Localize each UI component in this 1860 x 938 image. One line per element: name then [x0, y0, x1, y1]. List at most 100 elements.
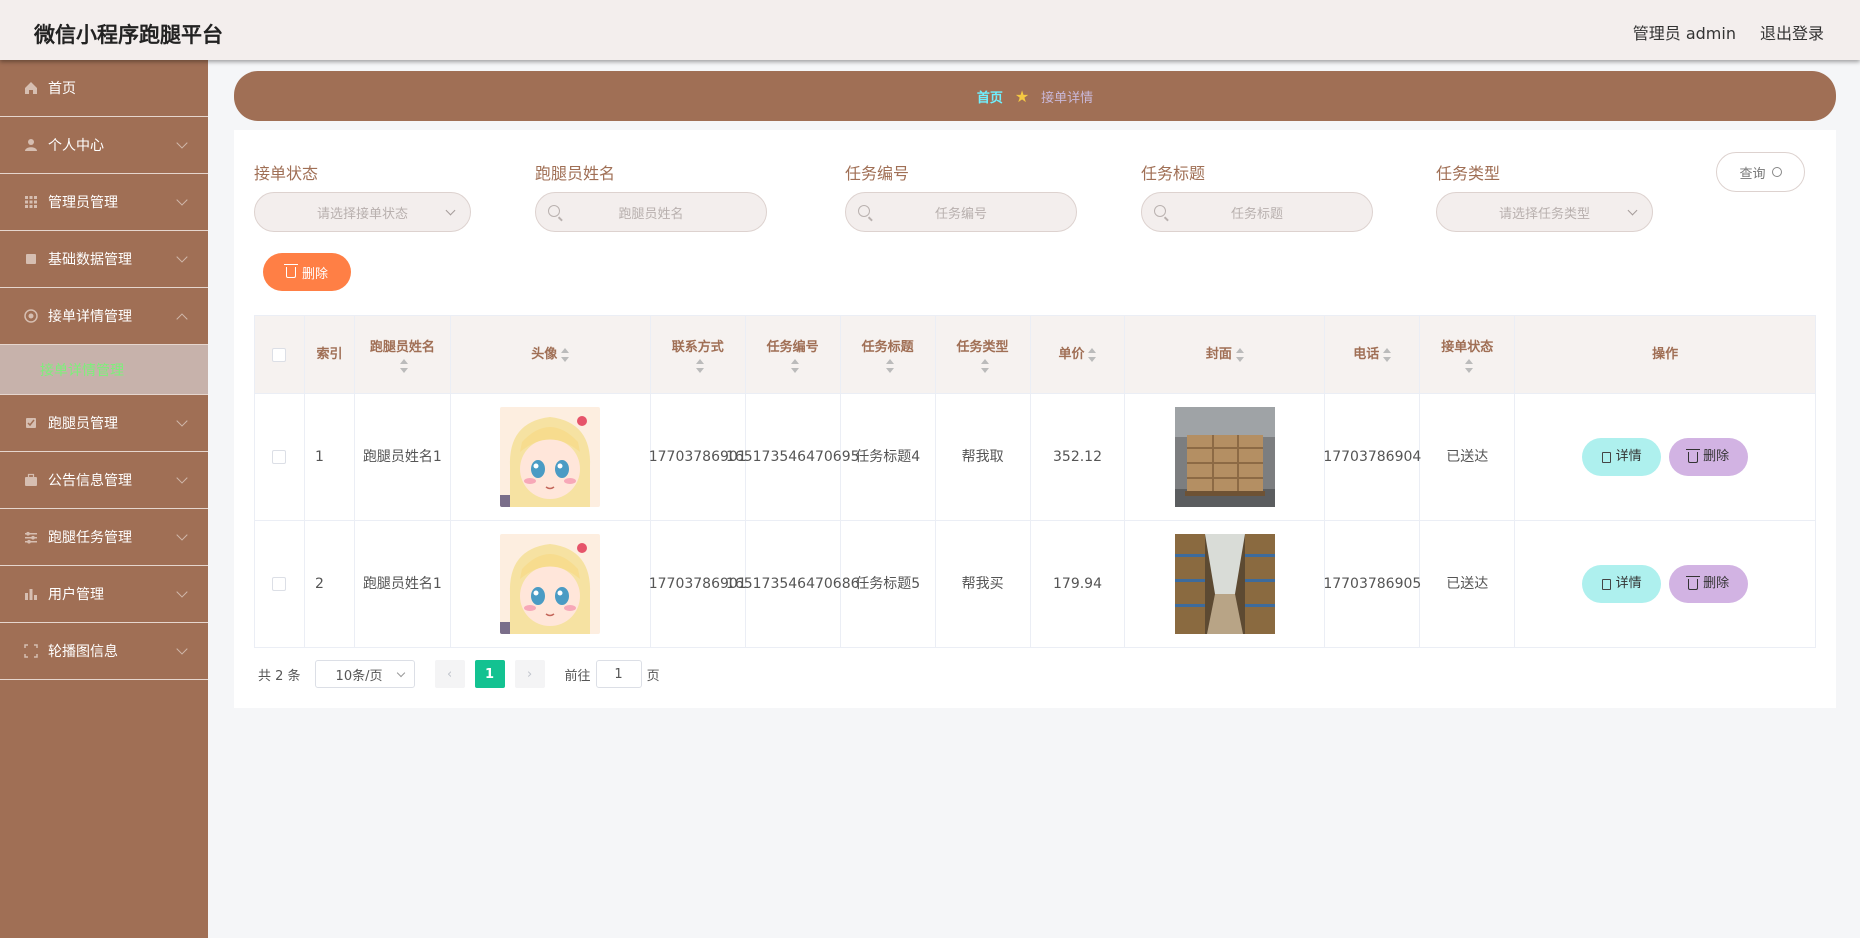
- sort-icon[interactable]: [1235, 347, 1244, 362]
- sidebar-item-runners[interactable]: 跑腿员管理: [0, 395, 208, 452]
- sidebar-item-order-details[interactable]: 接单详情管理: [0, 288, 208, 345]
- sidebar-item-label: 首页: [48, 81, 76, 97]
- sidebar-item-announcements[interactable]: 公告信息管理: [0, 452, 208, 509]
- sidebar-item-users[interactable]: 用户管理: [0, 566, 208, 623]
- cell-price: 352.12: [1030, 394, 1126, 521]
- row-checkbox[interactable]: [272, 577, 287, 591]
- avatar-image[interactable]: [500, 407, 601, 507]
- cell-task-title: 任务标题4: [840, 394, 936, 521]
- cell-phone: 17703786904: [1323, 394, 1421, 521]
- breadcrumb-home[interactable]: 首页: [977, 87, 1003, 106]
- header-task-title[interactable]: 任务标题: [840, 316, 936, 394]
- sort-icon[interactable]: [561, 347, 570, 362]
- header-task-no[interactable]: 任务编号: [745, 316, 841, 394]
- document-icon: [1601, 578, 1611, 590]
- cell-task-type: 帮我买: [935, 521, 1031, 648]
- chevron-down-icon: [176, 529, 188, 541]
- header-actions: 操作: [1515, 316, 1816, 394]
- sidebar-item-profile[interactable]: 个人中心: [0, 117, 208, 174]
- sidebar-item-label: 轮播图信息: [48, 644, 118, 660]
- filter-task-type: 任务类型 请选择任务类型: [1436, 160, 1653, 232]
- cell-runner-name: 跑腿员姓名1: [354, 521, 451, 648]
- header-phone-label: 电话: [1353, 346, 1380, 362]
- header-avatar[interactable]: 头像: [450, 316, 651, 394]
- main-content: 接单状态 请选择接单状态 跑腿员姓名 跑腿员姓名 任务编号 任务编号 任务标题 …: [234, 130, 1836, 708]
- sort-icon[interactable]: [790, 358, 799, 373]
- batch-delete-button[interactable]: 删除: [263, 253, 351, 291]
- task-type-placeholder: 请选择任务类型: [1498, 206, 1590, 222]
- sidebar-item-label: 接单详情管理: [48, 309, 132, 325]
- sidebar-item-label: 个人中心: [48, 138, 104, 154]
- task-no-input[interactable]: 任务编号: [845, 192, 1077, 232]
- sidebar-item-label: 跑腿任务管理: [48, 530, 132, 546]
- chevron-down-icon: [176, 251, 188, 263]
- logout-link[interactable]: 退出登录: [1760, 20, 1824, 44]
- sort-icon[interactable]: [695, 358, 704, 373]
- filter-runner-name-label: 跑腿员姓名: [535, 164, 616, 183]
- select-all-checkbox[interactable]: [272, 347, 287, 362]
- header-contact[interactable]: 联系方式: [650, 316, 746, 394]
- prev-page-button[interactable]: ‹: [434, 660, 465, 688]
- detail-button[interactable]: 详情: [1582, 438, 1662, 476]
- header-price[interactable]: 单价: [1030, 316, 1126, 394]
- cover-image[interactable]: [1174, 534, 1275, 634]
- sort-icon[interactable]: [980, 358, 989, 373]
- grid-icon: [25, 196, 37, 208]
- sidebar-item-admins[interactable]: 管理员管理: [0, 174, 208, 231]
- next-page-button[interactable]: ›: [514, 660, 545, 688]
- cell-cover: [1125, 394, 1326, 521]
- order-table: 索引 跑腿员姓名 头像 联系方式 任务编号 任务标题 任务类型 单价 封面 电话…: [254, 315, 1816, 648]
- header-cover[interactable]: 封面: [1125, 316, 1326, 394]
- task-title-input[interactable]: 任务标题: [1141, 192, 1373, 232]
- task-type-select[interactable]: 请选择任务类型: [1436, 192, 1653, 232]
- header-runner-name[interactable]: 跑腿员姓名: [354, 316, 451, 394]
- avatar-image[interactable]: [500, 534, 601, 634]
- page-number-current[interactable]: 1: [474, 660, 505, 688]
- filter-status: 接单状态 请选择接单状态: [254, 160, 471, 232]
- chevron-down-icon: [176, 137, 188, 149]
- status-select[interactable]: 请选择接单状态: [254, 192, 471, 232]
- breadcrumb: 首页 ★ 接单详情: [234, 71, 1836, 121]
- row-checkbox[interactable]: [272, 450, 287, 464]
- query-button[interactable]: 查询: [1716, 152, 1805, 192]
- sort-icon[interactable]: [1383, 347, 1392, 362]
- cell-task-title: 任务标题5: [840, 521, 936, 648]
- cell-price: 179.94: [1030, 521, 1126, 648]
- filter-runner-name: 跑腿员姓名 跑腿员姓名: [535, 160, 767, 232]
- runner-name-input[interactable]: 跑腿员姓名: [535, 192, 767, 232]
- goto-page-input[interactable]: 1: [595, 660, 642, 688]
- database-icon: [26, 254, 36, 264]
- cell-task-type: 帮我取: [935, 394, 1031, 521]
- cell-status: 已送达: [1420, 521, 1516, 648]
- filter-task-title: 任务标题 任务标题: [1141, 160, 1373, 232]
- sort-icon[interactable]: [1465, 358, 1474, 373]
- header-status-label: 接单状态: [1441, 339, 1494, 355]
- sidebar-subitem-order-details[interactable]: 接单详情管理: [0, 345, 208, 395]
- sort-icon[interactable]: [1088, 347, 1097, 362]
- sidebar-item-base-data[interactable]: 基础数据管理: [0, 231, 208, 288]
- page-size-select[interactable]: 10条/页: [314, 660, 415, 688]
- sort-icon[interactable]: [885, 358, 894, 373]
- chevron-down-icon: [396, 668, 405, 678]
- sidebar-item-tasks[interactable]: 跑腿任务管理: [0, 509, 208, 566]
- search-icon: [548, 205, 560, 217]
- cover-image[interactable]: [1174, 407, 1275, 507]
- sidebar-item-label: 基础数据管理: [48, 252, 132, 268]
- sidebar-item-carousel[interactable]: 轮播图信息: [0, 623, 208, 680]
- sidebar-item-home[interactable]: 首页: [0, 60, 208, 117]
- header-task-type[interactable]: 任务类型: [935, 316, 1031, 394]
- app-title: 微信小程序跑腿平台: [34, 23, 223, 47]
- header-phone[interactable]: 电话: [1325, 316, 1421, 394]
- detail-button[interactable]: 详情: [1582, 565, 1662, 603]
- cell-actions: 详情 删除: [1515, 394, 1816, 521]
- filter-task-type-label: 任务类型: [1436, 164, 1501, 183]
- delete-button[interactable]: 删除: [1669, 565, 1749, 603]
- task-no-placeholder: 任务编号: [934, 206, 987, 222]
- cell-avatar: [450, 394, 651, 521]
- delete-button[interactable]: 删除: [1669, 438, 1749, 476]
- header-status[interactable]: 接单状态: [1420, 316, 1516, 394]
- cell-index: 1: [304, 394, 355, 521]
- sort-icon[interactable]: [400, 358, 409, 373]
- header-task-title-label: 任务标题: [861, 339, 914, 355]
- header-runner-name-label: 跑腿员姓名: [369, 339, 435, 355]
